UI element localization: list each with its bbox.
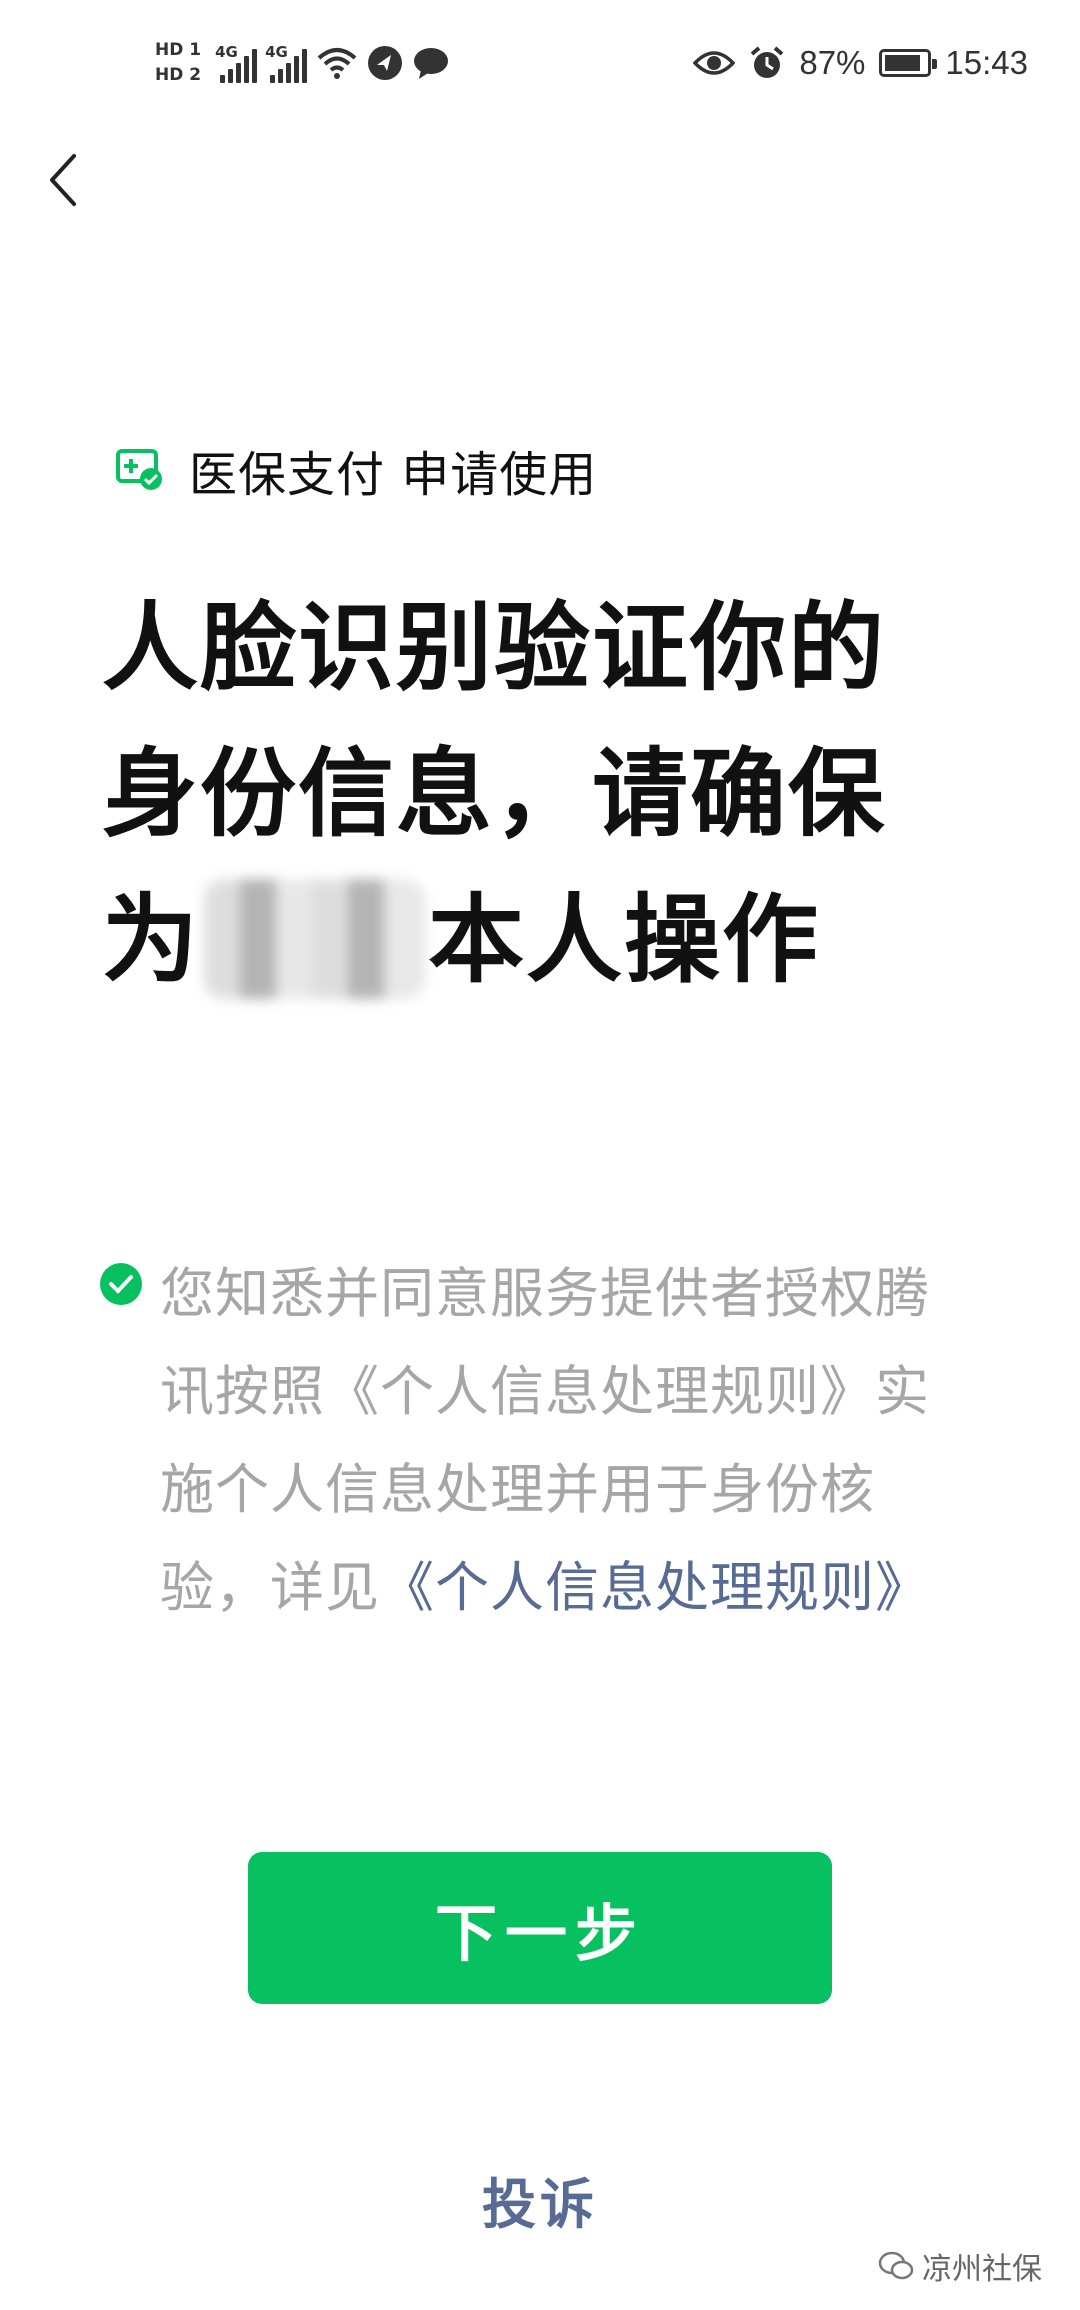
chevron-left-icon [50,154,76,206]
title-suffix: 本人操作 [428,884,820,996]
signal-2-icon: 4G [265,43,308,83]
wifi-icon [317,46,357,80]
service-label: 医保支付 申请使用 [189,447,598,503]
message-icon [413,46,449,80]
app-notification-icon [367,45,403,81]
checkmark-icon [109,1275,133,1294]
battery-percent: 87% [799,44,866,81]
eye-icon [693,49,736,77]
network-type-2: 4G [265,43,288,61]
back-button[interactable] [40,145,86,215]
title-prefix: 为 [102,884,200,996]
status-bar-left: HD 1 HD 2 4G 4G [155,28,449,98]
hd1-label: HD 1 [155,40,202,60]
watermark-text: 凉州社保 [922,2252,1042,2287]
medical-card-check-icon [116,449,162,490]
title-line-3: 为 本人操作 [102,867,982,1013]
wechat-logo-icon [878,2251,914,2280]
complaint-link[interactable]: 投诉 [0,2160,1080,2239]
service-header: 医保支付 申请使用 [115,440,597,503]
title-line-2: 身份信息，请确保 [102,738,886,850]
title-line-1: 人脸识别验证你的 [102,592,886,704]
consent-agreement: 您知悉并同意服务提供者授权腾讯按照《个人信息处理规则》实施个人信息处理并用于身份… [100,1245,960,1637]
signal-1-icon: 4G [215,43,258,83]
battery-icon [879,49,938,77]
status-bar-right: 87% 15:43 [693,28,1028,98]
consent-text: 您知悉并同意服务提供者授权腾讯按照《个人信息处理规则》实施个人信息处理并用于身份… [160,1245,960,1637]
network-type-1: 4G [215,43,238,61]
status-bar: HD 1 HD 2 4G 4G 87% 15:43 [0,0,1080,130]
hd2-label: HD 2 [155,65,202,85]
clock-time: 15:43 [945,44,1028,81]
watermark: 凉州社保 [878,2244,1042,2288]
alarm-icon [749,45,785,81]
next-button[interactable]: 下一步 [248,1852,832,2004]
redacted-name [204,878,424,999]
page-title: 人脸识别验证你的 身份信息，请确保 为 本人操作 [102,575,982,1013]
agree-checkbox[interactable] [100,1263,142,1305]
hd-indicators: HD 1 HD 2 [155,41,201,85]
privacy-rules-link[interactable]: 《个人信息处理规则》 [380,1556,930,1619]
